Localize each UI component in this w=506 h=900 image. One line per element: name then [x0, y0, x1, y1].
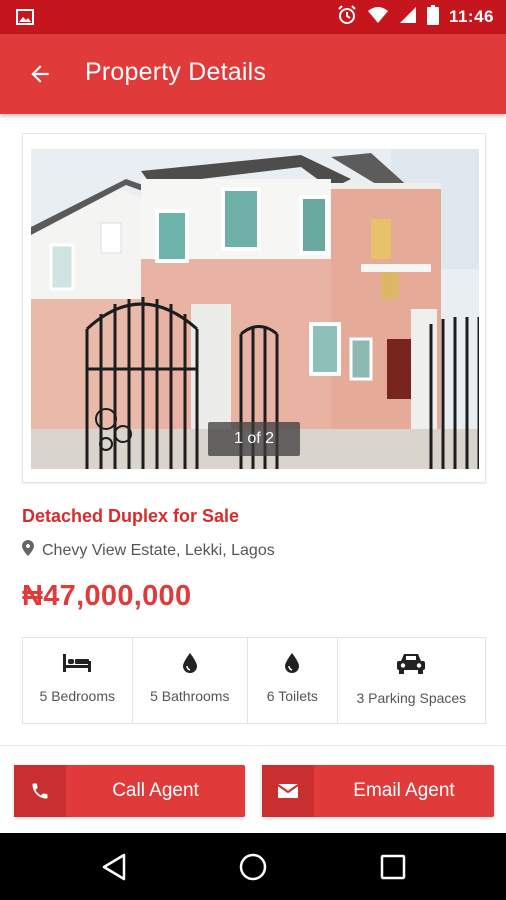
back-button[interactable]	[22, 56, 58, 92]
nav-recents-button[interactable]	[377, 851, 409, 883]
status-bar: 11:46	[0, 0, 506, 34]
nav-back-button[interactable]	[98, 851, 130, 883]
system-nav-bar	[0, 833, 506, 900]
features-grid: 5 Bedrooms 5 Bathrooms 6 Toilets 3 Parki…	[22, 637, 486, 724]
status-icons: 11:46	[337, 0, 494, 34]
phone-icon-box	[14, 765, 66, 817]
circle-home-icon	[239, 853, 267, 881]
feature-parking: 3 Parking Spaces	[338, 638, 485, 723]
status-time: 11:46	[448, 7, 494, 26]
feature-toilets: 6 Toilets	[248, 638, 338, 723]
bed-icon	[62, 653, 92, 678]
property-price: ₦47,000,000	[22, 580, 192, 612]
property-details-screen: 11:46 Property Details 1 of 2 Detached D…	[0, 0, 506, 900]
email-agent-label: Email Agent	[353, 780, 455, 801]
nav-home-button[interactable]	[237, 851, 269, 883]
property-title: Detached Duplex for Sale	[22, 506, 240, 526]
car-icon	[396, 653, 426, 680]
arrow-back-icon	[31, 65, 49, 83]
envelope-icon	[277, 784, 299, 798]
call-agent-button[interactable]: Call Agent	[14, 765, 245, 817]
square-recents-icon	[380, 854, 406, 880]
feature-label: 6 Toilets	[266, 688, 318, 704]
phone-icon	[32, 783, 48, 799]
wifi-icon	[367, 6, 389, 29]
feature-bathrooms: 5 Bathrooms	[133, 638, 249, 723]
image-icon	[16, 9, 34, 25]
app-bar: Property Details	[0, 34, 506, 114]
water-drop-icon	[285, 653, 300, 678]
battery-icon	[426, 4, 439, 30]
feature-label: 3 Parking Spaces	[356, 690, 467, 706]
property-photo[interactable]	[31, 149, 479, 469]
email-agent-button[interactable]: Email Agent	[262, 765, 494, 817]
feature-label: 5 Bedrooms	[39, 688, 115, 704]
location-row: Chevy View Estate, Lekki, Lagos	[22, 540, 275, 561]
envelope-icon-box	[262, 765, 314, 817]
page-title: Property Details	[85, 58, 267, 86]
call-agent-label: Call Agent	[112, 780, 199, 801]
image-counter: 1 of 2	[208, 422, 300, 456]
signal-icon	[399, 6, 417, 29]
alarm-icon	[337, 4, 357, 30]
feature-label: 5 Bathrooms	[150, 688, 230, 704]
divider	[0, 745, 506, 746]
location-text: Chevy View Estate, Lekki, Lagos	[42, 541, 275, 559]
feature-bedrooms: 5 Bedrooms	[23, 638, 133, 723]
triangle-back-icon	[102, 853, 126, 881]
water-drop-icon	[182, 653, 197, 678]
location-pin-icon	[22, 540, 34, 561]
